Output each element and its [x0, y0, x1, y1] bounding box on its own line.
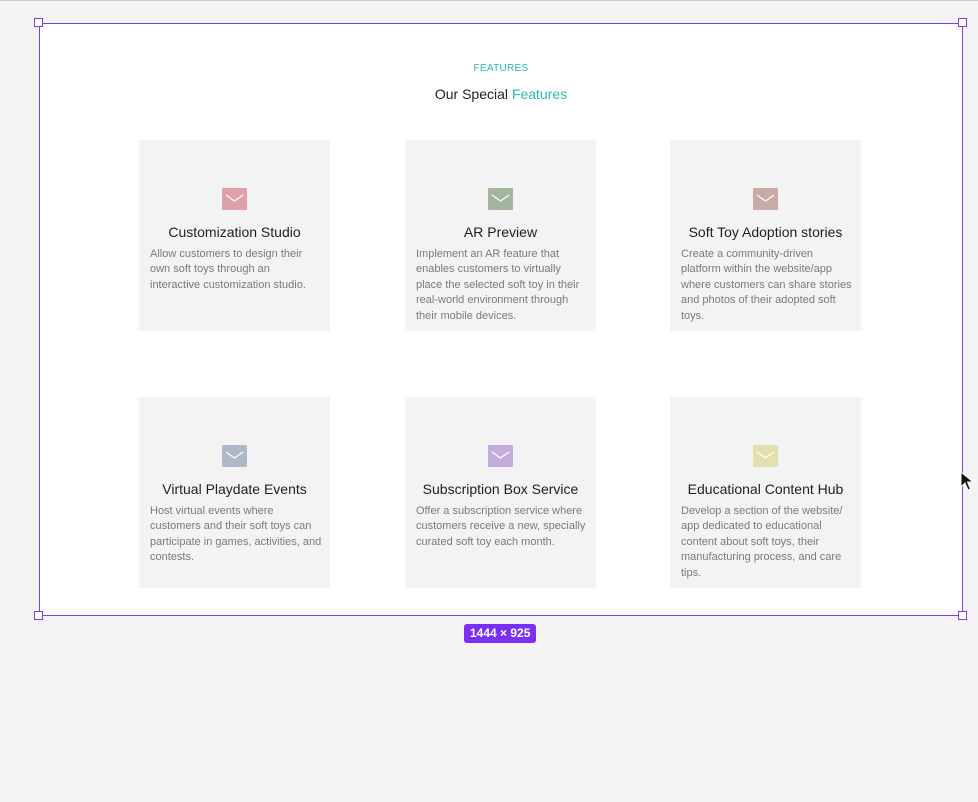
- feature-title: AR Preview: [463, 224, 538, 240]
- feature-card[interactable]: Customization Studio Allow customers to …: [139, 140, 330, 331]
- mail-icon: [753, 188, 778, 210]
- mail-icon: [222, 445, 247, 467]
- section-eyebrow: FEATURES: [473, 63, 529, 74]
- feature-description: Develop a section of the website/ app de…: [681, 505, 843, 579]
- feature-description: Offer a subscription service where custo…: [416, 505, 586, 548]
- frame-size-badge: 1444 × 925: [464, 624, 537, 643]
- feature-title: Customization Studio: [168, 224, 301, 240]
- feature-description: Implement an AR feature that enables cus…: [416, 248, 580, 322]
- mail-icon: [488, 445, 513, 467]
- feature-card[interactable]: AR Preview Implement an AR feature that …: [405, 140, 596, 331]
- feature-description: Host virtual events where customers and …: [150, 505, 322, 564]
- feature-card[interactable]: Virtual Playdate Events Host virtual eve…: [139, 397, 330, 588]
- feature-title: Subscription Box Service: [422, 481, 579, 497]
- feature-description: Allow customers to design their own soft…: [150, 248, 306, 291]
- features-frame[interactable]: FEATURES Our Special Features Customizat…: [39, 23, 963, 616]
- section-heading: Our Special Features: [39, 86, 963, 102]
- design-canvas[interactable]: FEATURES Our Special Features Customizat…: [0, 0, 978, 802]
- resize-handle-top-left[interactable]: [34, 18, 43, 27]
- feature-description: Create a community-driven platform withi…: [681, 248, 852, 322]
- mail-icon: [488, 188, 513, 210]
- feature-title: Educational Content Hub: [687, 481, 844, 497]
- feature-card[interactable]: Subscription Box Service Offer a subscri…: [405, 397, 596, 588]
- resize-handle-top-right[interactable]: [958, 18, 967, 27]
- mouse-pointer-icon: [960, 470, 975, 496]
- feature-card[interactable]: Soft Toy Adoption stories Create a commu…: [670, 140, 861, 331]
- feature-card[interactable]: Educational Content Hub Develop a sectio…: [670, 397, 861, 588]
- resize-handle-bottom-left[interactable]: [34, 611, 43, 620]
- heading-accent: Features: [511, 86, 568, 102]
- resize-handle-bottom-right[interactable]: [958, 611, 967, 620]
- feature-title: Soft Toy Adoption stories: [688, 224, 843, 240]
- mail-icon: [753, 445, 778, 467]
- feature-title: Virtual Playdate Events: [162, 481, 307, 497]
- mail-icon: [222, 188, 247, 210]
- heading-prefix: Our Special: [434, 86, 508, 102]
